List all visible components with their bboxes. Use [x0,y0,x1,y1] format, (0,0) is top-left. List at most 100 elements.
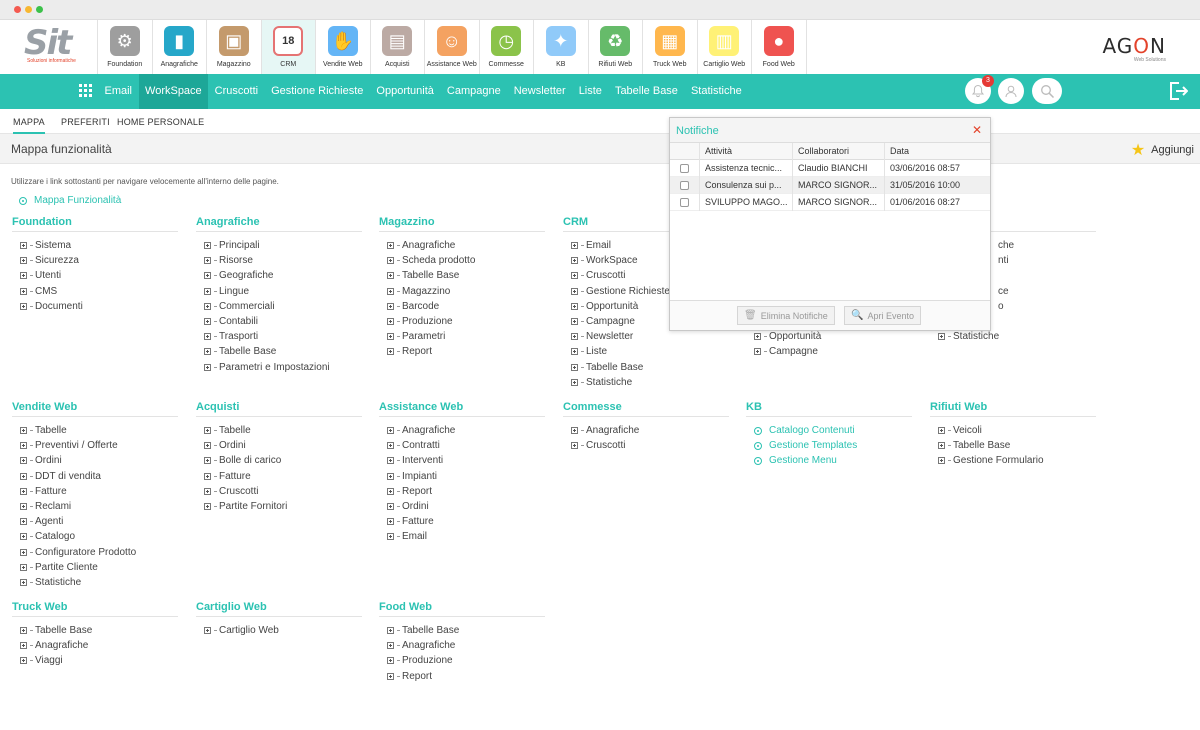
section-link[interactable]: Veicoli [930,423,1096,438]
expand-icon[interactable] [204,257,211,265]
expand-icon[interactable] [387,627,394,635]
expand-icon[interactable] [387,287,394,295]
section-link[interactable]: Catalogo Contenuti [746,423,912,438]
module-acquisti[interactable]: ▤ Acquisti [371,20,425,74]
section-link[interactable]: Partite Fornitori [196,499,362,514]
expand-icon[interactable] [20,578,27,586]
section-link[interactable]: Liste [563,344,729,359]
apps-grid-icon[interactable] [79,84,92,97]
expand-icon[interactable] [204,457,211,465]
expand-icon[interactable] [204,348,211,356]
expand-icon[interactable] [387,242,394,250]
expand-icon[interactable] [20,518,27,526]
module-rifiuti-web[interactable]: ♻ Rifiuti Web [589,20,643,74]
expand-icon[interactable] [20,302,27,310]
expand-icon[interactable] [20,287,27,295]
section-link[interactable]: Commerciali [196,299,362,314]
table-row[interactable]: SVILUPPO MAGO... MARCO SIGNOR... 01/06/201… [670,193,990,211]
section-link[interactable]: Statistiche [930,329,1096,344]
expand-icon[interactable] [204,442,211,450]
section-link[interactable]: Parametri e Impostazioni [196,360,362,375]
section-link[interactable]: Configuratore Prodotto [12,545,178,560]
section-link[interactable]: Cruscotti [196,484,362,499]
section-link[interactable]: CMS [12,284,178,299]
expand-icon[interactable] [387,457,394,465]
nav-liste[interactable]: Liste [572,74,608,109]
section-link[interactable]: Ordini [379,499,545,514]
module-foundation[interactable]: ⚙ Foundation [98,20,153,74]
expand-icon[interactable] [204,627,211,635]
expand-icon[interactable] [571,333,578,341]
section-link[interactable]: Trasporti [196,329,362,344]
expand-icon[interactable] [387,257,394,265]
section-link[interactable]: Impianti [379,469,545,484]
expand-icon[interactable] [387,533,394,541]
section-link[interactable]: Documenti [12,299,178,314]
section-link[interactable]: Report [379,669,545,684]
nav-workspace[interactable]: WorkSpace [138,74,209,109]
expand-icon[interactable] [20,642,27,650]
module-cartiglio-web[interactable]: ▥ Cartiglio Web [698,20,752,74]
expand-icon[interactable] [204,363,211,371]
module-commesse[interactable]: ◷ Commesse [480,20,534,74]
section-link[interactable]: Anagrafiche [563,423,729,438]
expand-icon[interactable] [20,563,27,571]
section-link[interactable]: Principali [196,238,362,253]
section-link[interactable]: Report [379,344,545,359]
expand-icon[interactable] [387,302,394,310]
section-link[interactable]: Magazzino [379,284,545,299]
module-anagrafiche[interactable]: ▮ Anagrafiche [153,20,207,74]
expand-icon[interactable] [20,257,27,265]
expand-icon[interactable] [387,672,394,680]
expand-icon[interactable] [571,242,578,250]
section-link[interactable]: DDT di vendita [12,469,178,484]
delete-notifications-button[interactable]: 🗑 Elimina Notifiche [737,306,835,325]
section-link[interactable]: Sicurezza [12,253,178,268]
minimize-window-dot[interactable] [25,6,32,13]
expand-icon[interactable] [20,242,27,250]
column-header[interactable]: Data [885,143,990,160]
table-row[interactable]: Assistenza tecnic... Claudio BIANCHI 03/06… [670,159,990,177]
section-link[interactable]: Barcode [379,299,545,314]
module-assistance-web[interactable]: ☺ Assistance Web [425,20,480,74]
expand-icon[interactable] [571,257,578,265]
section-link[interactable]: Newsletter [563,329,729,344]
expand-icon[interactable] [938,457,945,465]
expand-icon[interactable] [20,627,27,635]
section-link[interactable]: Fatture [379,514,545,529]
map-functionality-link[interactable]: Mappa Funzionalità [19,195,121,206]
expand-icon[interactable] [20,533,27,541]
section-link[interactable]: Scheda prodotto [379,253,545,268]
expand-icon[interactable] [387,487,394,495]
expand-icon[interactable] [204,472,211,480]
section-link[interactable]: Bolle di carico [196,453,362,468]
expand-icon[interactable] [204,318,211,326]
expand-icon[interactable] [204,503,211,511]
expand-icon[interactable] [571,318,578,326]
row-checkbox[interactable] [680,163,689,173]
section-link[interactable]: Gestione Templates [746,438,912,453]
column-header[interactable]: Attività [700,142,793,160]
section-link[interactable]: Fatture [12,484,178,499]
expand-icon[interactable] [20,487,27,495]
tab-preferiti[interactable]: PREFERITI [61,117,110,127]
section-link[interactable]: Cruscotti [563,438,729,453]
section-link[interactable]: Interventi [379,453,545,468]
section-link[interactable]: Lingue [196,284,362,299]
nav-email[interactable]: Email [98,74,139,109]
notifications-button[interactable]: 3 [965,75,994,104]
row-checkbox[interactable] [680,197,689,207]
module-truck-web[interactable]: ▦ Truck Web [643,20,698,74]
section-link[interactable]: Cartiglio Web [196,623,362,638]
column-header[interactable]: Collaboratori [793,142,885,160]
section-link[interactable]: Reclami [12,499,178,514]
module-crm[interactable]: 18 CRM [261,20,316,74]
expand-icon[interactable] [204,242,211,250]
expand-icon[interactable] [204,272,211,280]
module-magazzino[interactable]: ▣ Magazzino [207,20,262,74]
section-link[interactable]: Anagrafiche [379,238,545,253]
nav-cruscotti[interactable]: Cruscotti [208,74,264,109]
close-icon[interactable]: ✕ [972,123,982,137]
maximize-window-dot[interactable] [36,6,43,13]
expand-icon[interactable] [387,427,394,435]
